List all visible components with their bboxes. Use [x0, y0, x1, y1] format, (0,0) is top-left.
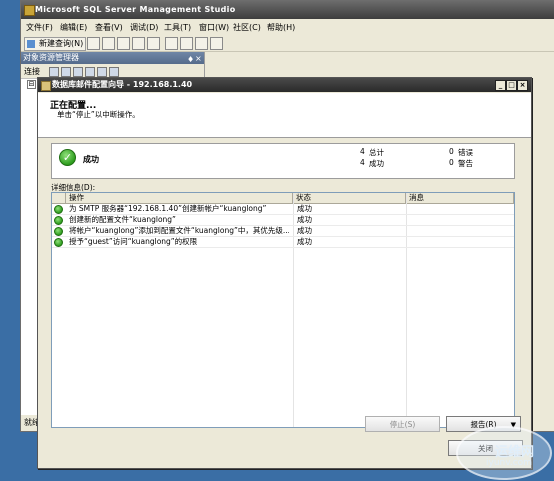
ssms-title: Microsoft SQL Server Management Studio: [35, 5, 236, 14]
table-row[interactable]: 授予“guest”访问“kuanglong”的权限 成功: [52, 237, 514, 248]
save-all-icon[interactable]: [195, 37, 208, 50]
wizard-app-icon: [41, 81, 51, 91]
ssms-title-bar: Microsoft SQL Server Management Studio: [21, 1, 554, 19]
column-header-status[interactable]: 状态: [293, 193, 406, 203]
menu-view[interactable]: 查看(V): [95, 22, 123, 33]
row-status: 成功: [297, 215, 312, 224]
stop-icon[interactable]: [73, 67, 83, 77]
warning-label: 警告: [458, 159, 473, 168]
watermark-url: iyunv.com: [486, 458, 532, 468]
open-file-icon[interactable]: [165, 37, 178, 50]
row-status: 成功: [297, 237, 312, 246]
object-explorer-title-bar: 对象资源管理器 ♦ ×: [21, 52, 204, 64]
error-count: 0: [449, 147, 454, 156]
table-row[interactable]: 将帐户“kuanglong”添加到配置文件“kuanglong”中，其优先级..…: [52, 226, 514, 237]
success-check-icon: ✓: [59, 149, 76, 166]
database-mail-wizard-dialog: 数据库邮件配置向导 - 192.168.1.40 _ □ × 正在配置... 单…: [37, 77, 532, 469]
new-query-label: 新建查询(N): [39, 39, 84, 48]
menu-file[interactable]: 文件(F): [26, 22, 53, 33]
print-icon[interactable]: [210, 37, 223, 50]
refresh-icon[interactable]: [97, 67, 107, 77]
object-explorer-title: 对象资源管理器: [23, 53, 79, 62]
summary-status: 成功: [83, 155, 99, 164]
new-query-button[interactable]: 新建查询(N): [24, 37, 87, 51]
standard-toolbar: 新建查询(N): [21, 35, 554, 52]
row-status: 成功: [297, 226, 312, 235]
mobile-query-icon[interactable]: [147, 37, 160, 50]
menu-edit[interactable]: 编辑(E): [60, 22, 87, 33]
row-status: 成功: [297, 204, 312, 213]
row-action: 创建新的配置文件“kuanglong”: [69, 215, 176, 224]
success-icon: [54, 227, 63, 236]
table-row[interactable]: 创建新的配置文件“kuanglong” 成功: [52, 215, 514, 226]
row-action: 授予“guest”访问“kuanglong”的权限: [69, 237, 198, 246]
summary-panel: ✓ 成功 4 总计 4 成功 0 错误 0 警告: [51, 143, 515, 179]
total-count: 4: [360, 147, 365, 156]
tree-expander-icon[interactable]: ⊟: [27, 80, 36, 89]
new-query-icon: [27, 40, 35, 48]
maximize-button[interactable]: □: [506, 80, 517, 91]
table-row[interactable]: 为 SMTP 服务器“192.168.1.40”创建新帐户“kuanglong”…: [52, 204, 514, 215]
summary-icon[interactable]: [109, 67, 119, 77]
menu-window[interactable]: 窗口(W): [199, 22, 229, 33]
connect-icon[interactable]: [49, 67, 59, 77]
column-header-action[interactable]: 操作: [66, 193, 293, 203]
xmla-query-icon[interactable]: [132, 37, 145, 50]
analysis-query-icon[interactable]: [102, 37, 115, 50]
grid-header-icon-cell: [52, 193, 66, 203]
grid-header: 操作 状态 消息: [52, 193, 514, 204]
mdx-query-icon[interactable]: [117, 37, 130, 50]
success-count: 4: [360, 158, 365, 167]
success-icon: [54, 238, 63, 247]
row-action: 将帐户“kuanglong”添加到配置文件“kuanglong”中，其优先级..…: [69, 226, 289, 235]
wizard-header: 正在配置... 单击“停止”以中断操作。: [38, 93, 531, 138]
error-label: 错误: [458, 148, 473, 157]
menu-community[interactable]: 社区(C): [233, 22, 261, 33]
database-engine-query-icon[interactable]: [87, 37, 100, 50]
wizard-subheading: 单击“停止”以中断操作。: [57, 110, 140, 119]
ssms-app-icon: [24, 5, 35, 16]
warning-count: 0: [449, 158, 454, 167]
menu-help[interactable]: 帮助(H): [267, 22, 295, 33]
disconnect-icon[interactable]: [61, 67, 71, 77]
details-grid[interactable]: 操作 状态 消息 为 SMTP 服务器“192.168.1.40”创建新帐户“k…: [51, 192, 515, 428]
save-icon[interactable]: [180, 37, 193, 50]
minimize-button[interactable]: _: [495, 80, 506, 91]
success-icon: [54, 205, 63, 214]
connect-button[interactable]: 连接: [24, 66, 40, 77]
close-window-button[interactable]: ×: [517, 80, 528, 91]
menu-bar: 文件(F) 编辑(E) 查看(V) 调试(D) 工具(T) 窗口(W) 社区(C…: [21, 20, 554, 35]
row-action: 为 SMTP 服务器“192.168.1.40”创建新帐户“kuanglong”: [69, 204, 267, 213]
menu-tools[interactable]: 工具(T): [164, 22, 191, 33]
column-header-message[interactable]: 消息: [406, 193, 514, 203]
wizard-title: 数据库邮件配置向导 - 192.168.1.40: [52, 80, 193, 89]
total-label: 总计: [369, 148, 384, 157]
wizard-title-bar: 数据库邮件配置向导 - 192.168.1.40 _ □ ×: [38, 78, 531, 92]
success-icon: [54, 216, 63, 225]
stop-button[interactable]: 停止(S): [365, 416, 440, 432]
menu-debug[interactable]: 调试(D): [130, 22, 158, 33]
filter-icon[interactable]: [85, 67, 95, 77]
success-label: 成功: [369, 159, 384, 168]
